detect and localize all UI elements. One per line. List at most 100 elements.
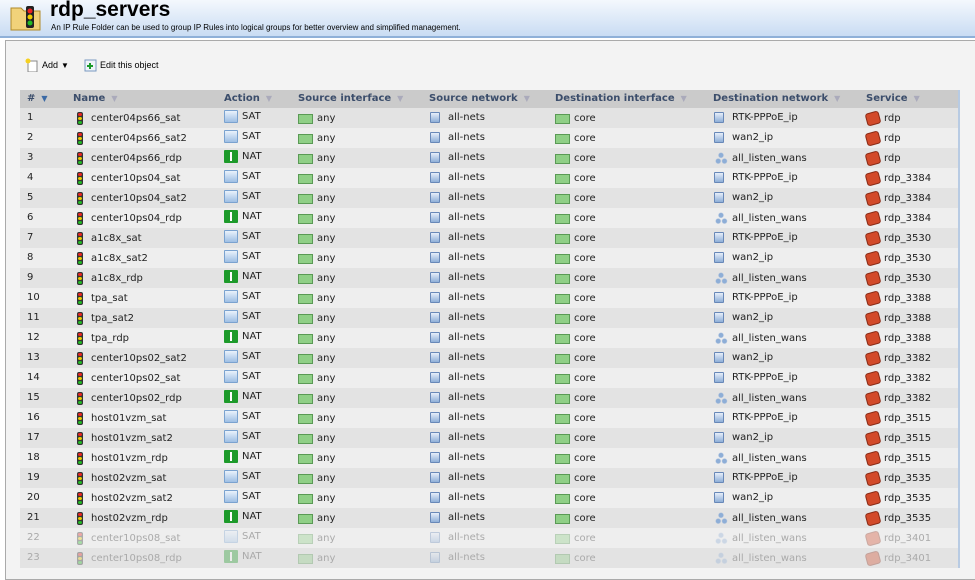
source-network: all-nets [448,552,485,563]
traffic-light-icon [77,412,83,425]
rule-action: SAT [242,171,261,182]
destination-interface: core [574,372,596,384]
rule-number: 1 [27,112,34,123]
source-network: all-nets [448,172,485,183]
sat-action-icon [224,290,238,303]
column-header-source-network[interactable]: Source network ▼ [429,93,530,104]
service-icon [864,250,882,267]
network-host-icon [430,472,440,483]
interface-icon [555,334,570,344]
source-interface: any [317,172,336,184]
rule-name: tpa_sat [91,293,128,304]
column-header-service[interactable]: Service ▼ [866,93,920,104]
sat-action-icon [224,310,238,323]
rule-number: 9 [27,272,34,283]
source-network: all-nets [448,152,485,163]
rule-action: NAT [242,391,262,402]
rule-action: SAT [242,411,261,422]
rule-name: host01vzm_rdp [91,453,168,464]
table-row[interactable]: 21 host02vzm_rdp NAT any all-nets core a… [20,508,958,528]
interface-icon [555,454,570,464]
source-interface: any [317,212,336,224]
new-document-icon [25,58,38,72]
table-row[interactable]: 4 center10ps04_sat SAT any all-nets core… [20,168,958,188]
destination-interface: core [574,112,596,124]
sort-icon: ▼ [680,94,687,103]
table-row[interactable]: 19 host02vzm_sat SAT any all-nets core R… [20,468,958,488]
edit-object-button[interactable]: Edit this object [83,58,159,72]
column-header-number[interactable]: # ▼ [27,93,48,104]
table-row[interactable]: 2 center04ps66_sat2 SAT any all-nets cor… [20,128,958,148]
network-host-icon [714,432,724,443]
rule-number: 8 [27,252,34,263]
interface-icon [298,194,313,204]
network-host-icon [714,352,724,363]
interface-icon [298,554,313,564]
network-host-icon [430,112,440,123]
table-row[interactable]: 3 center04ps66_rdp NAT any all-nets core… [20,148,958,168]
service-icon [864,530,882,547]
table-header: # ▼ Name ▼ Action ▼ Source interface ▼ Sourc… [20,90,958,108]
table-row[interactable]: 16 host01vzm_sat SAT any all-nets core R… [20,408,958,428]
source-network: all-nets [448,472,485,483]
interface-icon [555,134,570,144]
rule-name: center10ps08_rdp [91,553,182,564]
column-header-destination-interface[interactable]: Destination interface ▼ [555,93,687,104]
interface-icon [555,554,570,564]
interface-icon [298,214,313,224]
network-host-icon [714,132,724,143]
table-row[interactable]: 23 center10ps08_rdp NAT any all-nets cor… [20,548,958,568]
table-row[interactable]: 20 host02vzm_sat2 SAT any all-nets core … [20,488,958,508]
table-row[interactable]: 22 center10ps08_sat SAT any all-nets cor… [20,528,958,548]
source-network: all-nets [448,292,485,303]
column-header-source-interface[interactable]: Source interface ▼ [298,93,403,104]
table-row[interactable]: 15 center10ps02_rdp NAT any all-nets cor… [20,388,958,408]
service-icon [864,510,882,527]
source-network: all-nets [448,112,485,123]
rule-action: SAT [242,531,261,542]
rule-number: 7 [27,232,34,243]
network-host-icon [430,492,440,503]
source-interface: any [317,272,336,284]
column-header-destination-network[interactable]: Destination network ▼ [713,93,840,104]
table-row[interactable]: 1 center04ps66_sat SAT any all-nets core… [20,108,958,128]
service: rdp_3384 [884,213,932,224]
network-host-icon [430,152,440,163]
add-button[interactable]: Add ▼ [25,58,69,72]
destination-network: wan2_ip [732,352,774,363]
source-interface: any [317,252,336,264]
destination-network: wan2_ip [732,252,774,263]
table-row[interactable]: 6 center10ps04_rdp NAT any all-nets core… [20,208,958,228]
table-row[interactable]: 10 tpa_sat SAT any all-nets core RTK-PPP… [20,288,958,308]
table-row[interactable]: 14 center10ps02_sat SAT any all-nets cor… [20,368,958,388]
destination-interface: core [574,272,596,284]
table-row[interactable]: 9 a1c8x_rdp NAT any all-nets core all_li… [20,268,958,288]
source-network: all-nets [448,332,485,343]
table-row[interactable]: 5 center10ps04_sat2 SAT any all-nets cor… [20,188,958,208]
table-row[interactable]: 8 a1c8x_sat2 SAT any all-nets core wan2_… [20,248,958,268]
rule-name: tpa_rdp [91,333,130,344]
interface-icon [555,494,570,504]
traffic-light-icon [77,252,83,265]
destination-interface: core [574,532,596,544]
sort-icon: ▼ [397,94,404,103]
service: rdp [884,133,901,144]
rule-number: 5 [27,192,34,203]
edit-label: Edit this object [99,60,159,70]
table-row[interactable]: 18 host01vzm_rdp NAT any all-nets core a… [20,448,958,468]
page-title: rdp_servers [50,0,171,21]
rule-name: host02vzm_sat2 [91,493,173,504]
table-row[interactable]: 12 tpa_rdp NAT any all-nets core all_lis… [20,328,958,348]
table-row[interactable]: 13 center10ps02_sat2 SAT any all-nets co… [20,348,958,368]
table-row[interactable]: 11 tpa_sat2 SAT any all-nets core wan2_i… [20,308,958,328]
network-host-icon [430,272,440,283]
column-header-name[interactable]: Name ▼ [73,93,117,104]
table-row[interactable]: 7 a1c8x_sat SAT any all-nets core RTK-PP… [20,228,958,248]
rule-action: SAT [242,131,261,142]
traffic-light-icon [77,232,83,245]
service-icon [864,490,882,507]
service: rdp_3515 [884,453,932,464]
interface-icon [298,234,313,244]
column-header-action[interactable]: Action ▼ [224,93,272,104]
table-row[interactable]: 17 host01vzm_sat2 SAT any all-nets core … [20,428,958,448]
